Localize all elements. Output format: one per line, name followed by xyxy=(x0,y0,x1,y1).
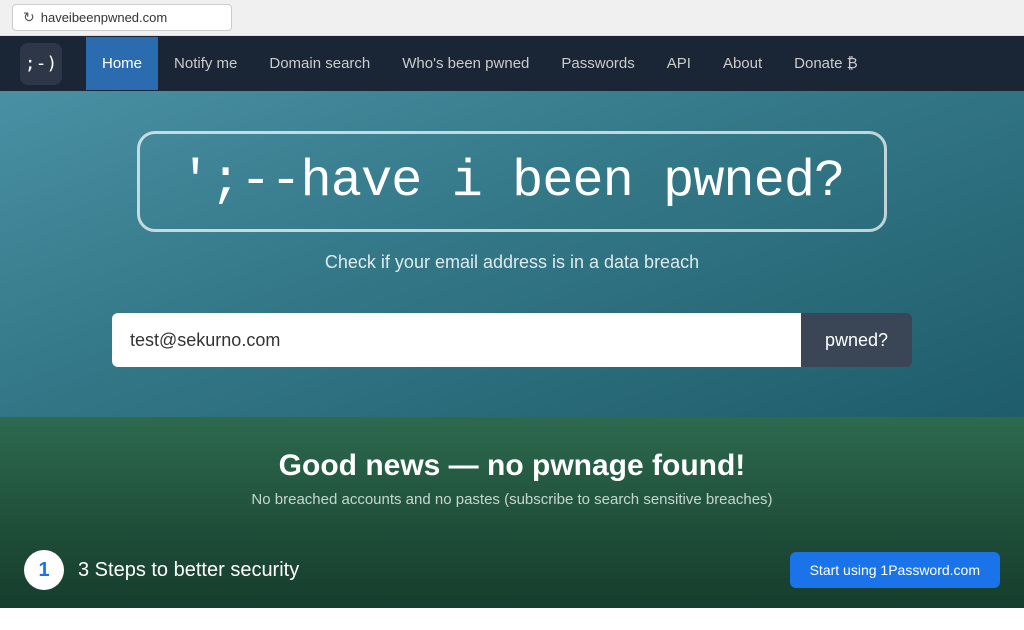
nav-item-home[interactable]: Home xyxy=(86,37,158,90)
onepassword-logo: 1 xyxy=(24,550,64,590)
url-text: haveibeenpwned.com xyxy=(41,10,167,25)
onepassword-left: 1 3 Steps to better security xyxy=(24,550,299,590)
navbar: ;-) Home Notify me Domain search Who's b… xyxy=(0,36,1024,91)
nav-link-about[interactable]: About xyxy=(707,37,778,90)
browser-bar: ↻ haveibeenpwned.com xyxy=(0,0,1024,36)
result-section: Good news — no pwnage found! No breached… xyxy=(0,417,1024,532)
nav-links: Home Notify me Domain search Who's been … xyxy=(86,37,874,90)
nav-link-notify[interactable]: Notify me xyxy=(158,37,253,90)
search-input[interactable] xyxy=(112,313,801,367)
nav-item-domain[interactable]: Domain search xyxy=(253,37,386,90)
nav-link-api[interactable]: API xyxy=(651,37,707,90)
nav-item-donate[interactable]: Donate ₿ xyxy=(778,37,874,90)
nav-link-passwords[interactable]: Passwords xyxy=(545,37,650,90)
nav-link-donate[interactable]: Donate ₿ xyxy=(778,37,874,90)
url-bar[interactable]: ↻ haveibeenpwned.com xyxy=(12,4,232,31)
onepassword-text: 3 Steps to better security xyxy=(78,559,299,582)
nav-item-wbp[interactable]: Who's been pwned xyxy=(386,37,545,90)
site-title: ';--have i been pwned? xyxy=(180,152,845,211)
reload-icon[interactable]: ↻ xyxy=(23,9,35,26)
hero-section: ';--have i been pwned? Check if your ema… xyxy=(0,91,1024,417)
result-title: Good news — no pwnage found! xyxy=(20,449,1004,483)
nav-item-passwords[interactable]: Passwords xyxy=(545,37,650,90)
onepassword-button[interactable]: Start using 1Password.com xyxy=(790,552,1000,588)
nav-link-wbp[interactable]: Who's been pwned xyxy=(386,37,545,90)
nav-item-about[interactable]: About xyxy=(707,37,778,90)
nav-item-api[interactable]: API xyxy=(651,37,707,90)
site-logo[interactable]: ;-) xyxy=(20,43,62,85)
result-subtitle: No breached accounts and no pastes (subs… xyxy=(20,491,1004,508)
nav-link-domain[interactable]: Domain search xyxy=(253,37,386,90)
onepassword-section: 1 3 Steps to better security Start using… xyxy=(0,532,1024,608)
search-container: pwned? xyxy=(112,313,912,367)
site-title-box: ';--have i been pwned? xyxy=(137,131,888,232)
nav-link-home[interactable]: Home xyxy=(86,37,158,90)
site-subtitle: Check if your email address is in a data… xyxy=(20,252,1004,273)
search-button[interactable]: pwned? xyxy=(801,313,912,367)
nav-item-notify[interactable]: Notify me xyxy=(158,37,253,90)
